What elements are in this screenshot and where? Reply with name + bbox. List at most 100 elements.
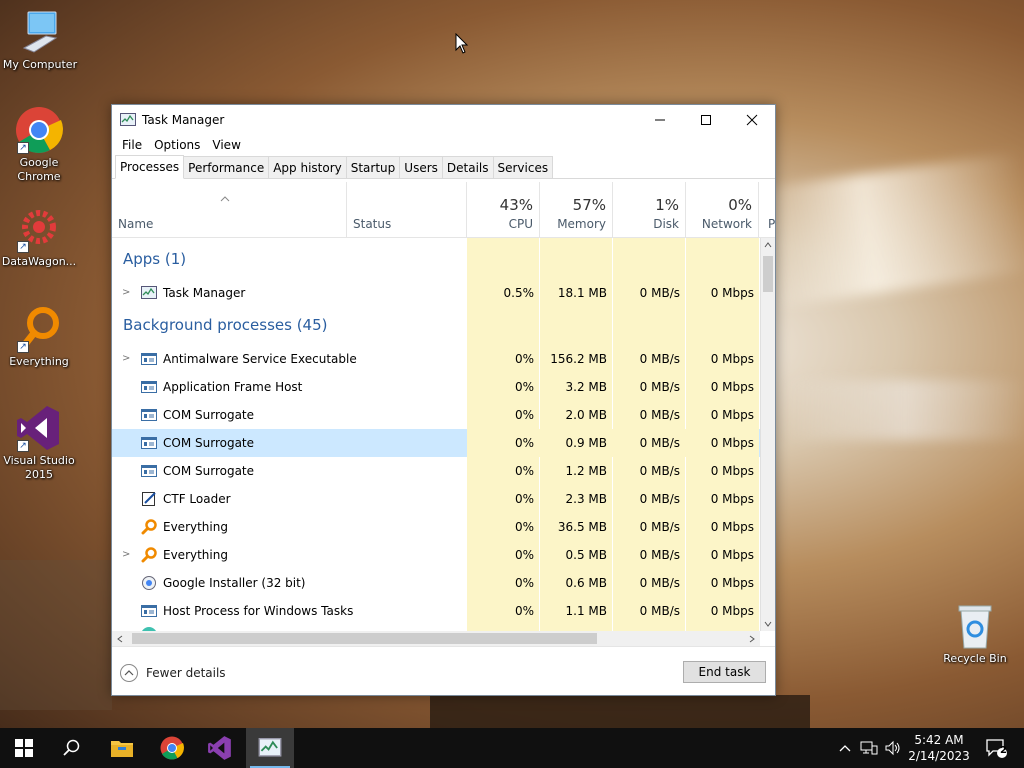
process-list[interactable]: Apps (1) > Task Manager 0.5% 18.1 MB 0 M… [112, 238, 762, 631]
cpu-value: 0% [514, 436, 534, 450]
table-row[interactable]: > Antimalware Service Executable 0% 156.… [112, 345, 762, 373]
scroll-right-arrow-icon[interactable] [749, 635, 755, 643]
scroll-left-arrow-icon[interactable] [117, 635, 123, 643]
network-value: 0 Mbps [710, 520, 754, 534]
disk-value: 0 MB/s [639, 576, 680, 590]
system-tray [838, 728, 902, 768]
table-row[interactable]: Application Frame Host 0% 3.2 MB 0 MB/s … [112, 373, 762, 401]
column-header-cpu[interactable]: 43% CPU [467, 182, 540, 237]
memory-value: 0.5 MB [565, 548, 607, 562]
vertical-scroll-thumb[interactable] [763, 256, 773, 292]
expand-chevron-icon[interactable]: > [122, 353, 130, 364]
column-label: Network [701, 217, 752, 231]
action-center-button[interactable]: 2 [976, 728, 1016, 768]
column-header-status[interactable]: Status [347, 182, 467, 237]
visual-studio-icon [208, 736, 231, 760]
process-name: COM Surrogate [163, 436, 255, 450]
tab-processes[interactable]: Processes [115, 155, 185, 179]
desktop-icon-everything[interactable]: ↗ Everything [0, 305, 79, 369]
column-header-disk[interactable]: 1% Disk [613, 182, 686, 237]
table-row[interactable]: Host Process for Windows Tasks 0% 1.1 MB… [112, 597, 762, 625]
memory-value: 3.2 MB [565, 380, 607, 394]
table-row-selected[interactable]: COM Surrogate 0% 0.9 MB 0 MB/s 0 Mbps [112, 429, 762, 457]
end-task-button[interactable]: End task [683, 661, 766, 683]
cpu-total-percent: 43% [499, 196, 533, 214]
taskbar-chrome[interactable] [148, 728, 196, 768]
tab-users[interactable]: Users [399, 156, 443, 178]
table-row[interactable]: CTF Loader 0% 2.3 MB 0 MB/s 0 Mbps [112, 485, 762, 513]
expand-chevron-icon[interactable]: > [122, 287, 130, 298]
tab-app-history[interactable]: App history [268, 156, 347, 178]
task-manager-window[interactable]: Task Manager File Options View Processes… [111, 104, 776, 696]
close-button[interactable] [729, 105, 775, 135]
memory-value: 0.6 MB [565, 576, 607, 590]
table-row[interactable]: COM Surrogate 0% 1.2 MB 0 MB/s 0 Mbps [112, 457, 762, 485]
maximize-button[interactable] [683, 105, 729, 135]
wallpaper-highlight [780, 380, 1024, 440]
desktop-icon-visual-studio[interactable]: ↗ Visual Studio 2015 [0, 404, 79, 482]
column-label: Disk [653, 217, 679, 231]
scroll-up-arrow-icon[interactable] [764, 242, 772, 248]
column-label: Memory [557, 217, 606, 231]
network-value: 0 Mbps [710, 408, 754, 422]
close-icon [746, 114, 758, 126]
table-row[interactable]: > Everything 0% 0.5 MB 0 MB/s 0 Mbps [112, 541, 762, 569]
process-name: Google Installer (32 bit) [163, 576, 306, 590]
table-row[interactable]: > Task Manager 0.5% 18.1 MB 0 MB/s 0 Mbp… [112, 279, 762, 307]
minimize-icon [655, 119, 665, 121]
table-row[interactable]: Google Installer (32 bit) 0% 0.6 MB 0 MB… [112, 569, 762, 597]
chrome-icon [160, 736, 184, 760]
tab-details[interactable]: Details [441, 156, 494, 178]
search-button[interactable] [48, 728, 96, 768]
column-header-memory[interactable]: 57% Memory [540, 182, 613, 237]
column-header-row: Name Status 43% CPU 57% Memory 1% Disk 0… [112, 182, 775, 238]
vertical-scrollbar[interactable] [760, 238, 775, 631]
menu-options[interactable]: Options [148, 138, 206, 152]
horizontal-scroll-thumb[interactable] [132, 633, 597, 644]
expand-chevron-icon[interactable]: > [122, 549, 130, 560]
volume-icon[interactable] [884, 740, 902, 756]
desktop-icon-google-chrome[interactable]: ↗ Google Chrome [0, 106, 79, 184]
show-hidden-icons-chevron-icon[interactable] [838, 743, 852, 753]
desktop-icon-recycle-bin[interactable]: Recycle Bin [935, 602, 1015, 666]
fewer-details-button[interactable]: Fewer details [120, 664, 226, 682]
horizontal-scrollbar[interactable] [112, 631, 760, 646]
process-name: Everything [163, 520, 228, 534]
visual-studio-icon: ↗ [15, 404, 63, 452]
menu-view[interactable]: View [206, 138, 246, 152]
tab-performance[interactable]: Performance [183, 156, 270, 178]
taskbar-file-explorer[interactable] [98, 728, 146, 768]
tab-strip: Processes Performance App history Startu… [112, 155, 775, 179]
column-header-power[interactable]: P [759, 182, 775, 237]
fewer-details-label: Fewer details [146, 666, 226, 680]
column-header-name[interactable]: Name [112, 182, 347, 237]
process-name: Everything [163, 548, 228, 562]
table-row[interactable]: Everything 0% 36.5 MB 0 MB/s 0 Mbps [112, 513, 762, 541]
memory-value: 0.9 MB [565, 436, 607, 450]
cpu-value: 0% [514, 520, 534, 534]
notification-count-badge: 2 [1000, 745, 1007, 756]
scroll-down-arrow-icon[interactable] [764, 621, 772, 627]
tab-startup[interactable]: Startup [345, 156, 401, 178]
folder-icon [111, 741, 133, 757]
shortcut-arrow-icon: ↗ [17, 341, 29, 353]
network-icon[interactable] [860, 740, 878, 756]
minimize-button[interactable] [637, 105, 683, 135]
tab-services[interactable]: Services [492, 156, 554, 178]
desktop-icon-datawagon[interactable]: ↗ DataWagon... [0, 205, 79, 269]
taskbar-task-manager[interactable] [246, 728, 294, 768]
column-header-network[interactable]: 0% Network [686, 182, 759, 237]
group-header-background: Background processes (45) [123, 316, 328, 334]
desktop-icon-my-computer[interactable]: My Computer [0, 8, 80, 72]
disk-value: 0 MB/s [639, 548, 680, 562]
start-button[interactable] [0, 728, 48, 768]
taskbar-visual-studio[interactable] [196, 728, 244, 768]
table-row[interactable]: COM Surrogate 0% 2.0 MB 0 MB/s 0 Mbps [112, 401, 762, 429]
search-icon [63, 739, 80, 756]
disk-value: 0 MB/s [639, 380, 680, 394]
network-value: 0 Mbps [710, 352, 754, 366]
title-bar[interactable]: Task Manager [112, 105, 775, 135]
menu-file[interactable]: File [116, 138, 148, 152]
taskbar-clock[interactable]: 5:42 AM 2/14/2023 [906, 732, 972, 764]
disk-total-percent: 1% [655, 196, 679, 214]
